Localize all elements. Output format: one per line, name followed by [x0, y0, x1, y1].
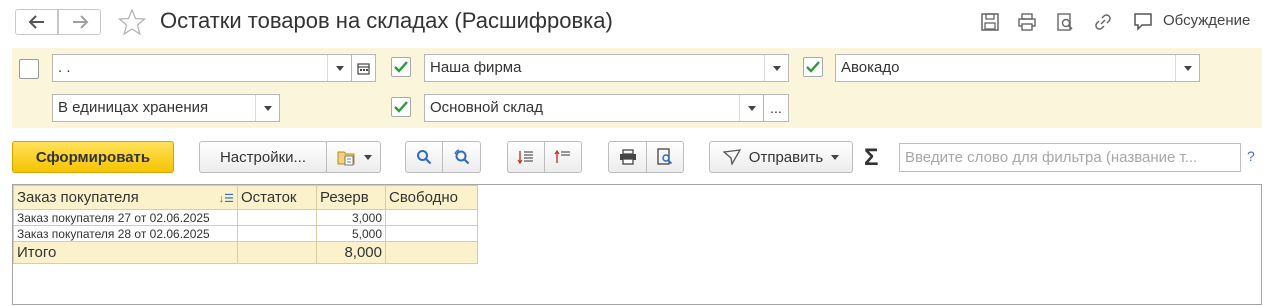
- discussion-icon[interactable]: [1133, 12, 1153, 32]
- search-icon: [417, 150, 432, 165]
- generate-button[interactable]: Сформировать: [12, 141, 174, 173]
- organization-checkbox[interactable]: [391, 57, 411, 77]
- cell-reserve[interactable]: 5,000: [316, 225, 386, 242]
- sort-icon[interactable]: ↓☰: [219, 192, 234, 205]
- save-icon[interactable]: [980, 12, 1000, 32]
- warehouse-field[interactable]: Основной склад: [424, 94, 764, 122]
- nomenclature-field[interactable]: Авокадо: [835, 54, 1200, 82]
- cell-balance[interactable]: [237, 225, 317, 242]
- total-free: [385, 241, 478, 264]
- organization-value: Наша фирма: [430, 59, 522, 76]
- column-header-order[interactable]: Заказ покупателя ↓☰: [13, 185, 238, 210]
- cell-order[interactable]: Заказ покупателя 27 от 02.06.2025: [13, 209, 238, 226]
- report-variants-icon: [337, 151, 354, 166]
- report-area[interactable]: Заказ покупателя ↓☰ Остаток Резерв Свобо…: [12, 184, 1262, 305]
- filter-panel: . . Наша фирма Авокадо В единицах хранен…: [12, 48, 1262, 128]
- units-value: В единицах хранения: [58, 99, 209, 116]
- column-header-balance[interactable]: Остаток: [237, 185, 317, 210]
- back-button[interactable]: [15, 9, 58, 35]
- cell-reserve[interactable]: 3,000: [316, 209, 386, 226]
- report-table: Заказ покупателя ↓☰ Остаток Резерв Свобо…: [13, 185, 478, 264]
- nomenclature-value: Авокадо: [841, 59, 900, 76]
- preview-icon: [657, 148, 673, 165]
- send-icon: [722, 149, 741, 165]
- column-header-reserve[interactable]: Резерв: [316, 185, 386, 210]
- calendar-button[interactable]: [351, 54, 376, 82]
- chevron-down-icon[interactable]: [739, 95, 763, 121]
- warehouse-value: Основной склад: [430, 99, 544, 116]
- chevron-down-icon[interactable]: [1175, 55, 1199, 81]
- expand-all-icon: [517, 151, 533, 165]
- cell-order[interactable]: Заказ покупателя 28 от 02.06.2025: [13, 225, 238, 242]
- checkmark-icon: [806, 61, 820, 73]
- send-label: Отправить: [748, 148, 824, 166]
- collapse-all-icon: [554, 149, 570, 163]
- organization-field[interactable]: Наша фирма: [424, 54, 789, 82]
- warehouse-checkbox[interactable]: [391, 97, 411, 117]
- period-value: . .: [58, 59, 71, 76]
- send-button[interactable]: Отправить: [709, 141, 853, 173]
- forward-button[interactable]: [58, 9, 101, 35]
- print-preview-button[interactable]: [646, 141, 684, 173]
- checkmark-icon: [394, 61, 408, 73]
- favorite-star-icon[interactable]: [117, 8, 147, 36]
- collapse-groups-button[interactable]: [544, 141, 582, 173]
- period-checkbox[interactable]: [19, 59, 39, 79]
- discussion-link[interactable]: Обсуждение: [1163, 12, 1250, 29]
- total-label: Итого: [13, 241, 238, 264]
- total-reserve: 8,000: [316, 241, 386, 264]
- table-total-row[interactable]: Итого 8,000: [13, 241, 478, 264]
- table-row[interactable]: Заказ покупателя 28 от 02.06.2025 5,000: [13, 225, 478, 242]
- chevron-down-icon[interactable]: [327, 55, 351, 81]
- units-field[interactable]: В единицах хранения: [52, 94, 280, 122]
- arrow-right-icon: [72, 15, 88, 29]
- table-header-row: Заказ покупателя ↓☰ Остаток Резерв Свобо…: [13, 185, 478, 210]
- sigma-icon[interactable]: Σ: [864, 144, 878, 172]
- period-field[interactable]: . .: [52, 54, 352, 82]
- chevron-down-icon[interactable]: [764, 55, 788, 81]
- link-icon[interactable]: [1093, 12, 1113, 32]
- chevron-down-icon: [363, 154, 372, 160]
- cell-balance[interactable]: [237, 209, 317, 226]
- print-icon[interactable]: [1017, 12, 1037, 32]
- find-button[interactable]: [405, 141, 443, 173]
- page-title: Остатки товаров на складах (Расшифровка): [160, 8, 613, 33]
- find-next-button[interactable]: [442, 141, 481, 173]
- total-balance: [237, 241, 317, 264]
- help-button[interactable]: ?: [1247, 148, 1255, 164]
- search-next-icon: [453, 149, 469, 165]
- checkmark-icon: [394, 101, 408, 113]
- search-input[interactable]: Введите слово для фильтра (название т...: [899, 143, 1241, 172]
- warehouse-select-button[interactable]: ...: [763, 94, 789, 122]
- column-header-free[interactable]: Свободно: [385, 185, 478, 210]
- cell-free[interactable]: [385, 209, 478, 226]
- chevron-down-icon: [831, 154, 840, 160]
- arrow-left-icon: [28, 15, 44, 29]
- table-row[interactable]: Заказ покупателя 27 от 02.06.2025 3,000: [13, 209, 478, 226]
- variants-button[interactable]: [326, 141, 381, 173]
- cell-free[interactable]: [385, 225, 478, 242]
- preview-icon[interactable]: [1055, 12, 1075, 32]
- expand-groups-button[interactable]: [507, 141, 545, 173]
- print-icon: [619, 149, 636, 165]
- chevron-down-icon[interactable]: [255, 95, 279, 121]
- print-button[interactable]: [608, 141, 647, 173]
- settings-button[interactable]: Настройки...: [199, 141, 327, 173]
- calendar-icon: [357, 62, 370, 75]
- nomenclature-checkbox[interactable]: [803, 57, 823, 77]
